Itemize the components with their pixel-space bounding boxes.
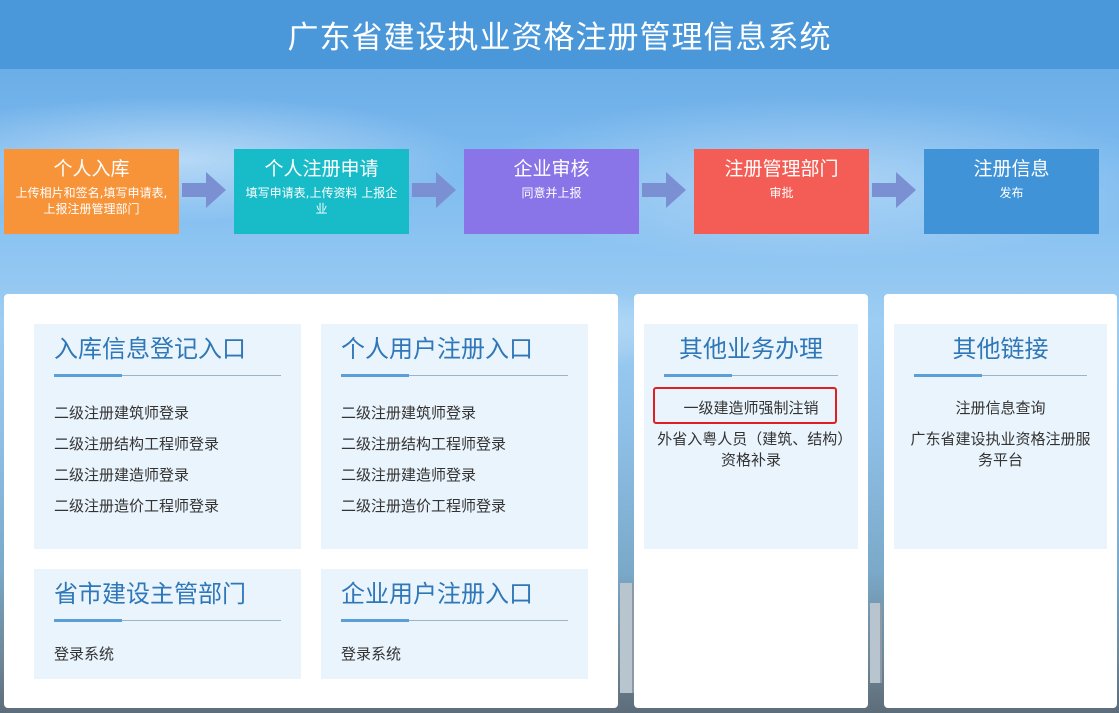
step-description: 同意并上报 — [521, 186, 582, 200]
link-list: 一级建造师强制注销 外省入粤人员（建筑、结构）资格补录 — [654, 398, 848, 481]
box-title: 企业用户注册入口 — [341, 580, 533, 608]
other-links-box: 其他链接 注册信息查询 广东省建设执业资格注册服务平台 — [894, 324, 1107, 549]
title-divider — [341, 374, 568, 377]
link-system-login[interactable]: 登录系统 — [54, 639, 291, 670]
main-entry-panel: 入库信息登记入口 二级注册建筑师登录 二级注册结构工程师登录 二级注册建造师登录… — [4, 294, 618, 708]
other-business-box: 其他业务办理 一级建造师强制注销 外省入粤人员（建筑、结构）资格补录 — [644, 324, 858, 549]
link-structural-engineer-login[interactable]: 二级注册结构工程师登录 — [54, 429, 291, 460]
step-enterprise-review: 企业审核 同意并上报 — [464, 149, 639, 234]
link-cost-engineer-login[interactable]: 二级注册造价工程师登录 — [341, 491, 578, 522]
arrow-right-icon — [182, 172, 226, 208]
step-management-approval: 注册管理部门 审批 — [694, 149, 869, 234]
link-list: 二级注册建筑师登录 二级注册结构工程师登录 二级注册建造师登录 二级注册造价工程… — [54, 398, 291, 522]
link-architect-login[interactable]: 二级注册建筑师登录 — [54, 398, 291, 429]
title-divider — [914, 374, 1087, 377]
link-out-of-province-supplement[interactable]: 外省入粤人员（建筑、结构）资格补录 — [654, 429, 848, 471]
link-list: 注册信息查询 广东省建设执业资格注册服务平台 — [904, 398, 1097, 481]
top-banner: 广东省建设执业资格注册管理信息系统 — [0, 0, 1119, 69]
ruku-info-box: 入库信息登记入口 二级注册建筑师登录 二级注册结构工程师登录 二级注册建造师登录… — [34, 324, 301, 549]
link-constructor-login[interactable]: 二级注册建造师登录 — [54, 460, 291, 491]
box-title: 入库信息登记入口 — [54, 335, 246, 363]
step-personal-registration: 个人入库 上传相片和签名,填写申请表,上报注册管理部门 — [4, 149, 179, 234]
step-personal-application: 个人注册申请 填写申请表,上传资料 上报企业 — [234, 149, 409, 234]
title-divider — [54, 374, 281, 377]
step-title: 注册管理部门 — [724, 158, 839, 180]
link-list: 登录系统 — [54, 639, 291, 670]
link-system-login[interactable]: 登录系统 — [341, 639, 578, 670]
arrow-right-icon — [642, 172, 686, 208]
enterprise-user-box: 企业用户注册入口 登录系统 — [321, 569, 588, 679]
title-divider — [664, 374, 838, 377]
personal-user-box: 个人用户注册入口 二级注册建筑师登录 二级注册结构工程师登录 二级注册建造师登录… — [321, 324, 588, 549]
title-divider — [341, 619, 568, 622]
page-title: 广东省建设执业资格注册管理信息系统 — [287, 20, 832, 56]
link-service-platform[interactable]: 广东省建设执业资格注册服务平台 — [904, 429, 1097, 471]
step-title: 个人注册申请 — [264, 158, 379, 180]
other-business-panel: 其他业务办理 一级建造师强制注销 外省入粤人员（建筑、结构）资格补录 — [634, 294, 868, 708]
arrow-right-icon — [872, 172, 916, 208]
arrow-right-icon — [412, 172, 456, 208]
step-description: 上传相片和签名,填写申请表,上报注册管理部门 — [15, 186, 168, 216]
link-architect-login[interactable]: 二级注册建筑师登录 — [341, 398, 578, 429]
box-title: 其他业务办理 — [679, 335, 823, 363]
other-links-panel: 其他链接 注册信息查询 广东省建设执业资格注册服务平台 — [884, 294, 1117, 708]
step-description: 填写申请表,上传资料 上报企业 — [245, 186, 398, 216]
step-description: 发布 — [999, 186, 1024, 200]
box-title: 个人用户注册入口 — [341, 335, 533, 363]
step-title: 个人入库 — [53, 158, 130, 180]
box-title: 省市建设主管部门 — [54, 580, 246, 608]
step-title: 企业审核 — [513, 158, 590, 180]
link-constructor-forced-cancellation[interactable]: 一级建造师强制注销 — [654, 398, 848, 419]
link-list: 登录系统 — [341, 639, 578, 670]
link-registration-query[interactable]: 注册信息查询 — [904, 398, 1097, 419]
step-registration-publish: 注册信息 发布 — [924, 149, 1099, 234]
step-description: 审批 — [769, 186, 794, 200]
link-structural-engineer-login[interactable]: 二级注册结构工程师登录 — [341, 429, 578, 460]
city-department-box: 省市建设主管部门 登录系统 — [34, 569, 301, 679]
step-title: 注册信息 — [973, 158, 1050, 180]
title-divider — [54, 619, 281, 622]
link-constructor-login[interactable]: 二级注册建造师登录 — [341, 460, 578, 491]
box-title: 其他链接 — [952, 335, 1049, 363]
link-list: 二级注册建筑师登录 二级注册结构工程师登录 二级注册建造师登录 二级注册造价工程… — [341, 398, 578, 522]
link-cost-engineer-login[interactable]: 二级注册造价工程师登录 — [54, 491, 291, 522]
